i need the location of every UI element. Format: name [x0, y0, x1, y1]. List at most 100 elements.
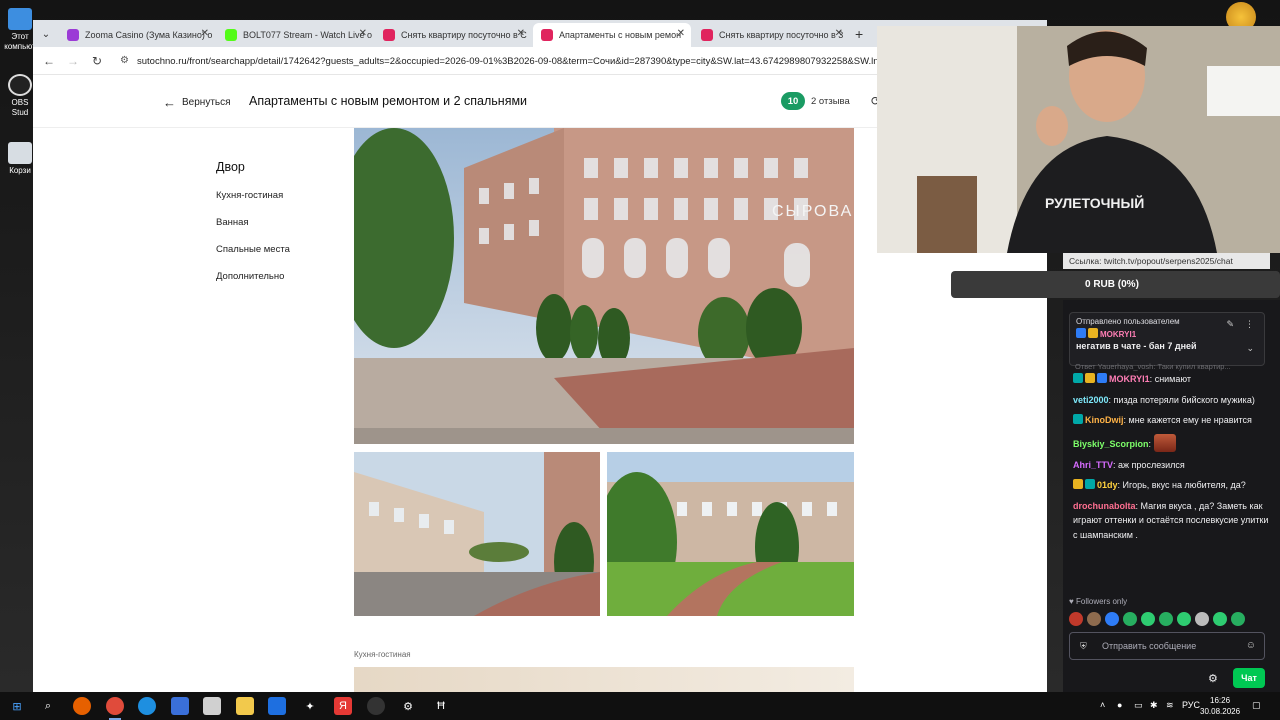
tab-close-icon[interactable]: ✕ [359, 28, 367, 39]
kitchen-photo-preview[interactable] [354, 667, 854, 692]
chat-message: veti2000: пизда потеряли бийского мужика… [1073, 394, 1255, 405]
emote-icon[interactable] [1159, 612, 1173, 626]
tab-close-icon[interactable]: ✕ [677, 28, 685, 39]
obs-icon[interactable] [367, 697, 385, 715]
new-tab-button[interactable]: + [855, 26, 863, 42]
bluetooth-icon[interactable]: ✱ [1150, 700, 1158, 711]
chrome-icon[interactable] [106, 697, 124, 720]
courtyard-photo-2[interactable] [354, 452, 600, 616]
store-icon[interactable] [203, 697, 221, 715]
chat-message-input[interactable]: ⛨ Отправить сообщение ☺ [1069, 632, 1265, 660]
search-icon[interactable]: ⌕ [39, 697, 57, 715]
settings-gear-icon[interactable]: ⚙ [399, 697, 417, 715]
tab-close-icon[interactable]: ✕ [517, 28, 525, 39]
emote-icon[interactable] [1231, 612, 1245, 626]
chat-message: 01dy: Игорь, вкус на любителя, да? [1073, 478, 1269, 493]
tab-close-icon[interactable]: ✕ [201, 28, 209, 39]
courtyard-photo-3[interactable] [607, 452, 854, 616]
app-icon[interactable] [268, 697, 286, 715]
obs-icon [8, 74, 32, 96]
gear-icon[interactable]: ⚙ [1208, 672, 1218, 685]
emote-icon[interactable] [1195, 612, 1209, 626]
emote-icon[interactable] [1087, 612, 1101, 626]
windows-start-icon[interactable]: ⊞ [8, 697, 26, 715]
sub-badge-icon [1085, 479, 1095, 489]
emote-bar [1069, 612, 1245, 626]
crown-badge-icon [1088, 328, 1098, 338]
app-h-icon[interactable]: Ħ [432, 697, 450, 715]
emote-icon[interactable] [1177, 612, 1191, 626]
pinned-text: негатив в чате - бан 7 дней [1076, 341, 1197, 351]
reviews-link[interactable]: 2 отзыва [811, 96, 850, 107]
forward-arrow-icon[interactable]: → [65, 53, 81, 69]
emote-icon[interactable] [1069, 612, 1083, 626]
courtyard-photo-3-image [607, 452, 854, 616]
emote-icon [1153, 433, 1176, 452]
chat-message: drochunabolta: Магия вкуса , да? Заметь … [1073, 500, 1269, 540]
language-indicator[interactable]: РУС [1182, 700, 1200, 710]
emoji-picker-icon[interactable]: ☺ [1246, 640, 1256, 651]
obs-desktop-icon[interactable]: OBS Stud [4, 74, 36, 118]
chat-send-button[interactable]: Чат [1233, 668, 1265, 688]
nav-heading-courtyard[interactable]: Двор [216, 160, 290, 174]
emote-icon[interactable] [1105, 612, 1119, 626]
building-sign-text: СЫРОВА [772, 203, 853, 220]
computer-icon [8, 8, 32, 30]
emote-icon[interactable] [1213, 612, 1227, 626]
chat-messages: MOKRYI1: снимают veti2000: пизда потерял… [1073, 372, 1269, 548]
save-icon[interactable] [171, 697, 189, 715]
notifications-icon[interactable]: ▢ [1252, 700, 1261, 711]
clock[interactable]: 16:26 30.08.2026 [1200, 695, 1240, 717]
nav-item-bathroom[interactable]: Ванная [216, 217, 290, 228]
taskbar: ⊞ ⌕ ✦ Я ⚙ Ħ ˄ ● ▭ ✱ ≋ РУС 16:26 30.08.20… [0, 692, 1280, 720]
streamer-webcam: РУЛЕТОЧНЫЙ [877, 26, 1280, 253]
shield-icon: ⛨ [1080, 641, 1087, 651]
yandex-icon[interactable]: Я [334, 697, 352, 715]
nav-item-kitchen[interactable]: Кухня-гостиная [216, 190, 290, 201]
pin-icon[interactable]: ✎ [1226, 319, 1234, 330]
webcam-image: РУЛЕТОЧНЫЙ [877, 26, 1280, 253]
chat-message: KinoDwij: мне кажется ему не нравится [1073, 413, 1269, 428]
recycle-bin-desktop-icon[interactable]: Корзи [4, 142, 36, 176]
sub-badge-icon [1073, 373, 1083, 383]
photo-category-nav: Двор Кухня-гостиная Ванная Спальные мест… [216, 160, 290, 298]
emote-icon[interactable] [1123, 612, 1137, 626]
chat-message: MOKRYI1: снимают [1073, 372, 1269, 387]
recycle-bin-icon [8, 142, 32, 164]
this-pc-desktop-icon[interactable]: Этот компьют [4, 8, 36, 52]
more-options-icon[interactable]: ⋮ [1245, 319, 1254, 330]
chevron-up-icon[interactable]: ˄ [1100, 700, 1105, 710]
kick-favicon-icon [225, 29, 237, 41]
nav-item-beds[interactable]: Спальные места [216, 244, 290, 255]
site-info-icon[interactable]: ⚙ [120, 55, 129, 66]
badge-icon [1097, 373, 1107, 383]
courtyard-photo-main[interactable]: СЫРОВА [354, 128, 854, 444]
emote-icon[interactable] [1141, 612, 1155, 626]
section-label-kitchen: Кухня-гостиная [354, 650, 411, 659]
balance-widget: 0 RUB (0%) [951, 271, 1280, 298]
return-button[interactable]: ← Вернуться [153, 90, 241, 114]
tab-zooma-casino[interactable]: Zooma Casino (Зума Казино) о ✕ [59, 23, 215, 47]
badge-icon [1076, 328, 1086, 338]
folder-icon[interactable] [236, 697, 254, 715]
microphone-icon[interactable]: ● [1117, 700, 1122, 710]
wifi-icon[interactable]: ≋ [1166, 700, 1174, 711]
back-arrow-icon[interactable]: ← [41, 53, 57, 69]
chat-message: Biyskiy_Scorpion: [1073, 433, 1269, 452]
pinned-message[interactable]: Отправлено пользователем MOKRYI1 негатив… [1069, 312, 1265, 366]
tab-sutochno-search-2[interactable]: Снять квартиру посуточно в 3 ✕ [693, 23, 849, 47]
sparkle-icon[interactable]: ✦ [301, 697, 319, 715]
courtyard-photo-image: СЫРОВА [354, 128, 854, 444]
edge-icon[interactable] [138, 697, 156, 715]
firefox-icon[interactable] [73, 697, 91, 715]
tab-kick-stream[interactable]: BOLT077 Stream - Watch Live o ✕ [217, 23, 373, 47]
tab-close-icon[interactable]: ✕ [835, 28, 843, 39]
twitch-chat: Отправлено пользователем MOKRYI1 негатив… [1063, 300, 1280, 692]
tab-apartment-detail[interactable]: Апартаменты с новым ремон ✕ [533, 23, 691, 47]
reload-icon[interactable]: ↻ [89, 53, 105, 69]
chevron-down-icon[interactable]: ⌄ [1246, 343, 1254, 354]
usb-icon[interactable]: ▭ [1134, 700, 1143, 711]
tab-sutochno-search[interactable]: Снять квартиру посуточно в С ✕ [375, 23, 531, 47]
tab-search-button[interactable]: ⌄ [37, 25, 55, 43]
nav-item-extra[interactable]: Дополнительно [216, 271, 290, 282]
